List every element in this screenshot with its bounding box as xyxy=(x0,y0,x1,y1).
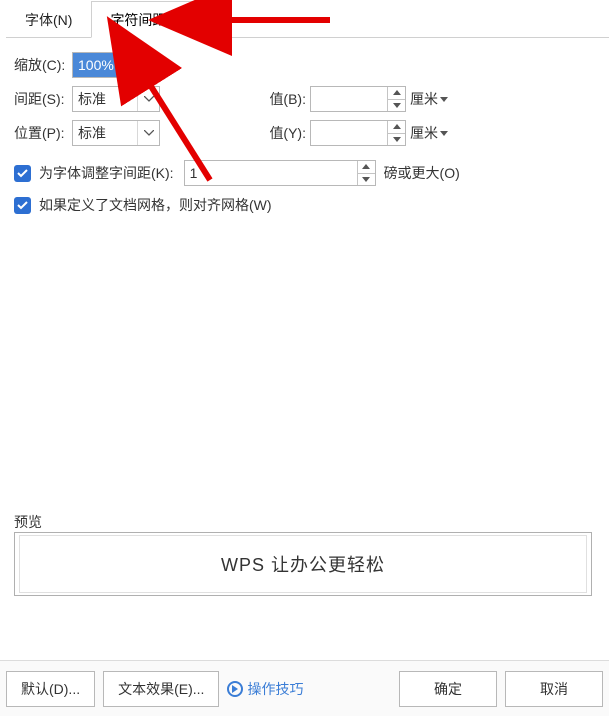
tips-link[interactable]: 操作技巧 xyxy=(227,679,303,699)
preview-label: 预览 xyxy=(14,512,42,532)
snapgrid-label: 如果定义了文档网格，则对齐网格(W) xyxy=(39,195,272,215)
tab-spacing-label: 字符间距(R) xyxy=(110,12,185,28)
kerning-label: 为字体调整字间距(K): xyxy=(39,163,174,183)
text-effect-button[interactable]: 文本效果(E)... xyxy=(103,671,219,707)
kerning-checkbox[interactable] xyxy=(14,165,31,182)
spacing-combo[interactable]: 标准 xyxy=(72,86,160,112)
play-icon xyxy=(227,681,243,697)
ok-button[interactable]: 确定 xyxy=(399,671,497,707)
caret-down-icon xyxy=(440,97,448,102)
chevron-down-icon xyxy=(137,121,159,145)
valuey-label: 值(Y): xyxy=(260,123,306,143)
chevron-up-icon[interactable] xyxy=(358,161,375,174)
spacing-value: 标准 xyxy=(73,87,137,111)
position-label: 位置(P): xyxy=(14,123,72,143)
unit-y-dropdown[interactable]: 厘米 xyxy=(410,123,448,143)
chevron-down-icon[interactable] xyxy=(358,174,375,186)
preview-box: WPS 让办公更轻松 xyxy=(14,532,592,596)
unit-b-dropdown[interactable]: 厘米 xyxy=(410,89,448,109)
snapgrid-checkbox[interactable] xyxy=(14,197,31,214)
text-effect-button-label: 文本效果(E)... xyxy=(118,679,204,699)
ok-button-label: 确定 xyxy=(434,679,462,699)
unit-b-label: 厘米 xyxy=(410,89,438,109)
chevron-down-icon xyxy=(133,53,155,77)
tab-font[interactable]: 字体(N) xyxy=(6,1,91,38)
spinner-buttons[interactable] xyxy=(387,87,405,111)
footer-bar: 默认(D)... 文本效果(E)... 操作技巧 确定 取消 xyxy=(0,660,609,716)
caret-down-icon xyxy=(440,131,448,136)
tab-font-label: 字体(N) xyxy=(25,12,72,28)
kerning-value: 1 xyxy=(185,161,357,185)
kerning-spinner[interactable]: 1 xyxy=(184,160,376,186)
cancel-button-label: 取消 xyxy=(540,679,568,699)
chevron-up-icon[interactable] xyxy=(388,87,405,100)
preview-text: WPS 让办公更轻松 xyxy=(221,551,385,577)
spinner-buttons[interactable] xyxy=(357,161,375,185)
valuey-spinner[interactable] xyxy=(310,120,406,146)
valuey-value xyxy=(311,121,387,145)
position-combo[interactable]: 标准 xyxy=(72,120,160,146)
cancel-button[interactable]: 取消 xyxy=(505,671,603,707)
position-value: 标准 xyxy=(73,121,137,145)
valueb-spinner[interactable] xyxy=(310,86,406,112)
unit-y-label: 厘米 xyxy=(410,123,438,143)
spinner-buttons[interactable] xyxy=(387,121,405,145)
chevron-up-icon[interactable] xyxy=(388,121,405,134)
tab-spacing[interactable]: 字符间距(R) xyxy=(91,1,204,38)
default-button[interactable]: 默认(D)... xyxy=(6,671,95,707)
tips-label: 操作技巧 xyxy=(247,679,303,699)
scale-label: 缩放(C): xyxy=(14,55,72,75)
spacing-label: 间距(S): xyxy=(14,89,72,109)
valueb-label: 值(B): xyxy=(260,89,306,109)
scale-combo[interactable]: 100% xyxy=(72,52,156,78)
tab-bar: 字体(N) 字符间距(R) xyxy=(6,0,609,38)
scale-value: 100% xyxy=(73,53,133,77)
chevron-down-icon[interactable] xyxy=(388,100,405,112)
pt-or-larger-label: 磅或更大(O) xyxy=(384,163,460,183)
chevron-down-icon xyxy=(137,87,159,111)
chevron-down-icon[interactable] xyxy=(388,134,405,146)
content-area: 缩放(C): 100% 间距(S): 标准 值(B): 厘米 位置(P): 标准 xyxy=(0,38,609,220)
valueb-value xyxy=(311,87,387,111)
default-button-label: 默认(D)... xyxy=(21,679,80,699)
